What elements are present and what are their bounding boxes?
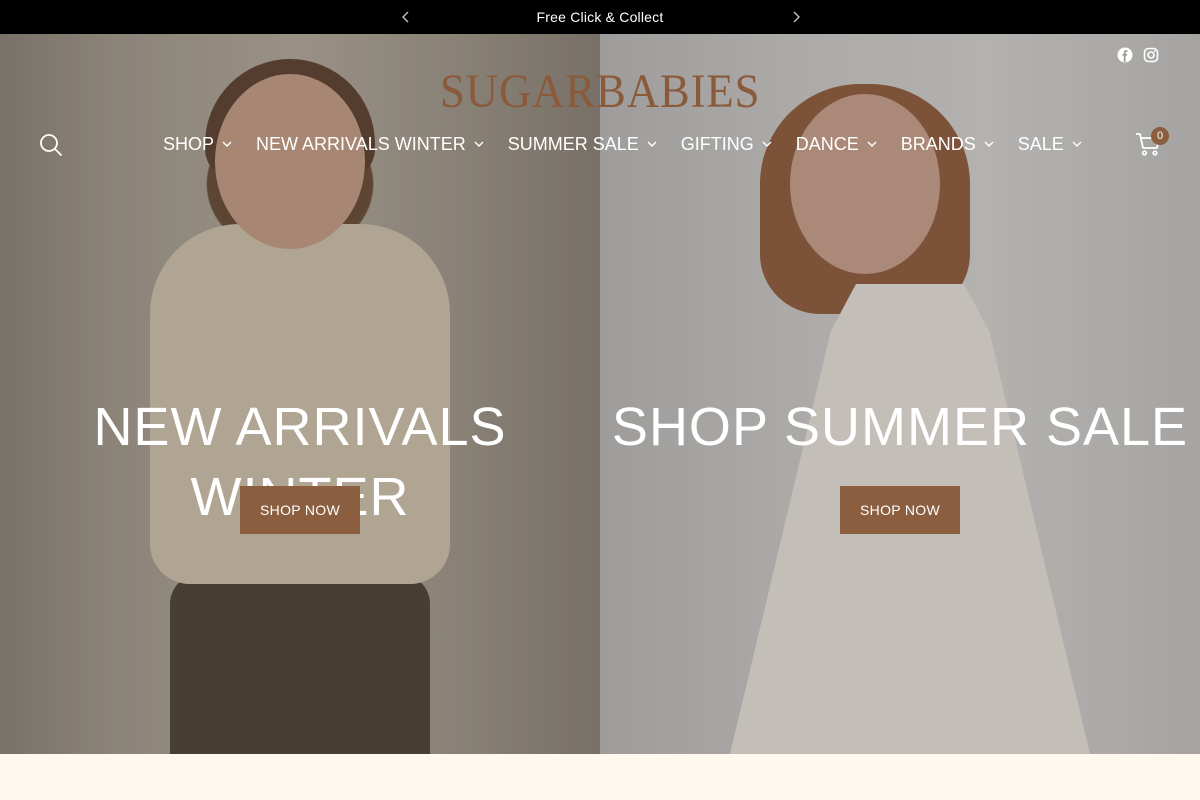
nav-item-label: GIFTING xyxy=(680,133,754,154)
announcement-text[interactable]: Free Click & Collect xyxy=(537,9,664,25)
hero-title-summer-sale: SHOP SUMMER SALE xyxy=(611,397,1189,457)
chevron-down-icon xyxy=(984,141,994,147)
chevron-down-icon xyxy=(222,141,232,147)
cart-count-badge: 0 xyxy=(1151,127,1169,145)
chevron-right-icon[interactable] xyxy=(788,9,804,25)
nav-item-label: SALE xyxy=(1017,133,1064,154)
chevron-down-icon xyxy=(1072,141,1082,147)
nav-item-label: NEW ARRIVALS WINTER xyxy=(256,133,466,154)
nav-item-dance[interactable]: DANCE xyxy=(796,134,877,155)
nav-item-label: SUMMER SALE xyxy=(507,133,639,154)
facebook-icon[interactable] xyxy=(1116,46,1134,64)
site-logo[interactable]: SUGARBABIES xyxy=(0,64,1200,119)
shop-now-button-new-arrivals[interactable]: SHOP NOW xyxy=(240,486,360,534)
instagram-icon[interactable] xyxy=(1142,46,1160,64)
nav-item-summer-sale[interactable]: SUMMER SALE xyxy=(508,134,657,155)
nav-item-label: SHOP xyxy=(163,133,215,154)
chevron-down-icon xyxy=(867,141,877,147)
chevron-left-icon[interactable] xyxy=(398,9,414,25)
nav-item-brands[interactable]: BRANDS xyxy=(901,134,994,155)
chevron-down-icon xyxy=(762,141,772,147)
below-hero-section xyxy=(0,754,1200,800)
main-nav: SHOP NEW ARRIVALS WINTER SUMMER SALE GIF… xyxy=(163,130,1106,158)
nav-item-gifting[interactable]: GIFTING xyxy=(681,134,772,155)
chevron-down-icon xyxy=(474,141,484,147)
nav-item-label: BRANDS xyxy=(900,133,976,154)
nav-item-label: DANCE xyxy=(795,133,859,154)
search-icon[interactable] xyxy=(38,132,64,158)
announcement-bar: Free Click & Collect xyxy=(0,0,1200,34)
nav-item-new-arrivals-winter[interactable]: NEW ARRIVALS WINTER xyxy=(256,134,484,155)
nav-item-sale[interactable]: SALE xyxy=(1018,134,1082,155)
nav-item-shop[interactable]: SHOP xyxy=(163,134,232,155)
chevron-down-icon xyxy=(647,141,657,147)
shop-now-button-summer-sale[interactable]: SHOP NOW xyxy=(840,486,960,534)
logo-text: SUGARBABIES xyxy=(439,65,761,118)
